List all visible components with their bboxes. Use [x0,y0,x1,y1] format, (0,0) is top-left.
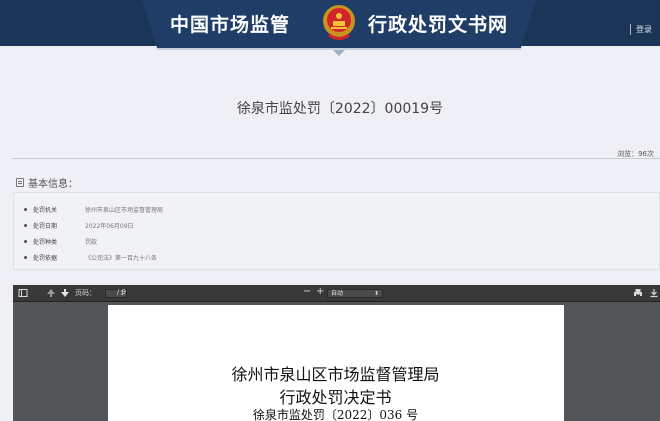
zoom-in-button[interactable]: + [316,286,324,297]
page-label: 页码： [75,289,96,297]
pdf-document-number: 徐泉市监处罚〔2022〕036 号 [252,408,419,421]
bullet-icon [24,256,27,259]
pdf-issuer-title: 徐州市泉山区市场监督管理局 [231,365,440,384]
zoom-out-button[interactable]: − [303,286,311,297]
site-title-right: 行政处罚文书网 [368,14,509,36]
basic-info-heading: 基本信息： [16,175,78,190]
pdf-toolbar: 页码： 1 / 9 − + 自动 ⬍ [13,285,660,302]
info-row-basis: 处罚依据 《公司法》第一百九十八条 [24,253,157,262]
basic-info-heading-text: 基本信息： [28,179,78,190]
bullet-icon [24,224,27,227]
info-label: 处罚机关 [33,207,58,214]
total-pages: / 9 [117,288,127,296]
national-emblem-icon [323,5,355,40]
info-row-date: 处罚日期 2022年06月09日 [24,221,134,230]
info-value: 徐州市泉山区市场监督管理局 [85,207,164,214]
info-value: 《公司法》第一百九十八条 [85,255,158,262]
zoom-value: 自动 [331,290,344,297]
header-pointer [333,50,345,56]
chevron-down-icon: ⬍ [373,290,379,297]
bullet-icon [24,240,27,243]
previous-page-icon[interactable] [46,288,56,298]
info-row-type: 处罚种类 罚款 [24,237,97,246]
print-icon[interactable] [633,288,643,298]
info-label: 处罚种类 [33,239,58,246]
info-row-authority: 处罚机关 徐州市泉山区市场监督管理局 [24,205,163,214]
pdf-document-type: 行政处罚决定书 [279,388,392,407]
title-divider [12,158,660,159]
login-link[interactable]: 登录 [630,24,652,35]
info-label: 处罚日期 [33,223,58,230]
info-label: 处罚依据 [33,255,58,262]
sidebar-toggle-icon[interactable] [18,288,28,298]
document-title: 徐泉市监处罚〔2022〕00019号 [236,101,444,117]
info-value: 罚款 [85,239,98,246]
zoom-select[interactable]: 自动 ⬍ [327,289,383,298]
next-page-icon[interactable] [60,288,70,298]
bullet-icon [24,208,27,211]
info-value: 2022年06月09日 [85,223,134,230]
site-title-left: 中国市场监管 [170,14,291,36]
document-icon [16,178,24,187]
download-icon[interactable] [649,288,659,298]
